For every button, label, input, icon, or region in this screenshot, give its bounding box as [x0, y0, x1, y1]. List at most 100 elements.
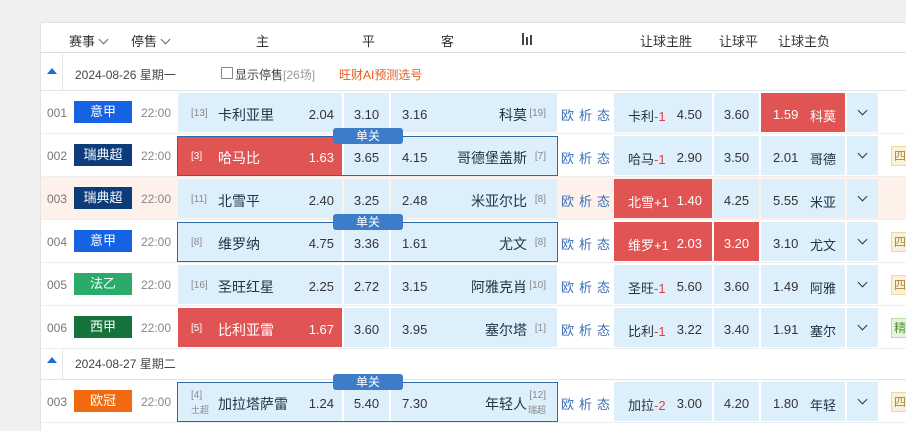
home-win-cell[interactable]: [4] 土超 加拉塔萨雷 1.24	[178, 382, 342, 421]
draw-cell[interactable]: 3.10	[344, 93, 389, 132]
handicap-win-cell[interactable]: 比利-1 3.22	[614, 308, 712, 347]
analysis-links[interactable]: 欧析态	[561, 394, 615, 413]
analysis-links[interactable]: 欧析态	[561, 277, 615, 296]
handicap-lose-cell[interactable]: 1.91 塞尔	[761, 308, 845, 347]
home-win-cell[interactable]: [11] 北雪平 2.40	[178, 179, 342, 218]
expand-cell[interactable]	[847, 222, 878, 261]
home-team: 圣旺红星	[218, 279, 274, 295]
handicap-lose-cell[interactable]: 1.49 阿雅	[761, 265, 845, 304]
ai-predict-link[interactable]: 旺财AI预测选号	[339, 66, 422, 83]
single-bet-badge: 单关	[333, 128, 403, 144]
chevron-down-icon[interactable]	[857, 148, 868, 159]
col-hcp-draw: 让球平	[719, 34, 759, 49]
handicap-draw-odd: 3.60	[723, 279, 750, 294]
handicap-lose-odd: 5.55	[773, 193, 799, 208]
analysis-links[interactable]: 欧析态	[561, 234, 615, 253]
draw-cell[interactable]: 3.60	[344, 308, 389, 347]
handicap-draw-cell[interactable]: 3.20	[714, 222, 759, 261]
col-home: 主	[256, 34, 270, 49]
handicap-draw-cell[interactable]: 3.40	[714, 308, 759, 347]
handicap-draw-cell[interactable]: 3.60	[714, 265, 759, 304]
chevron-down-icon	[98, 34, 109, 45]
collapse-toggle[interactable]	[41, 54, 63, 90]
league-badge[interactable]: 欧冠	[74, 390, 132, 412]
expand-cell[interactable]	[847, 308, 878, 347]
expand-cell[interactable]	[847, 179, 878, 218]
match-number: 003	[47, 395, 68, 409]
home-win-cell[interactable]: [3] 哈马比 1.63	[178, 136, 342, 175]
match-tag: 四	[891, 392, 906, 412]
away-rank: [7]	[534, 151, 546, 162]
handicap-lose-cell[interactable]: 1.80 年轻	[761, 382, 845, 421]
handicap-lose-team: 米亚	[809, 195, 836, 210]
bar-chart-icon[interactable]	[522, 32, 535, 45]
match-table: 赛事 停售 主 平 客 让球主胜 让球平 让球主负 2024-08-26 星期一…	[40, 22, 906, 431]
league-badge[interactable]: 意甲	[74, 230, 132, 252]
handicap-win-cell[interactable]: 加拉-2 3.00	[614, 382, 712, 421]
handicap-draw-cell[interactable]: 4.20	[714, 382, 759, 421]
chevron-down-icon[interactable]	[857, 277, 868, 288]
match-row: 002 瑞典超 22:00 [3] 哈马比 1.63 3.65 4.15 哥德堡盖斯 [7] 欧析态…	[41, 134, 906, 177]
home-win-cell[interactable]: [8] 维罗纳 4.75	[178, 222, 342, 261]
handicap-win-cell[interactable]: 圣旺-1 5.60	[614, 265, 712, 304]
handicap-win-cell[interactable]: 哈马-1 2.90	[614, 136, 712, 175]
home-odd: 4.75	[308, 236, 334, 251]
handicap-lose-cell[interactable]: 2.01 哥德	[761, 136, 845, 175]
away-win-cell[interactable]: 7.30 年轻人 [12] 瑞超	[391, 382, 557, 421]
handicap-lose-cell[interactable]: 5.55 米亚	[761, 179, 845, 218]
analysis-links[interactable]: 欧析态	[561, 191, 615, 210]
draw-odd: 3.36	[353, 236, 380, 251]
chevron-down-icon[interactable]	[857, 320, 868, 331]
handicap-win-cell[interactable]: 北雪+1 1.40	[614, 179, 712, 218]
show-stopped-label[interactable]: 显示停售[26场]	[235, 66, 315, 83]
handicap-win-cell[interactable]: 维罗+1 2.03	[614, 222, 712, 261]
league-badge[interactable]: 瑞典超	[74, 144, 132, 166]
handicap-win-cell[interactable]: 卡利-1 4.50	[614, 93, 712, 132]
analysis-links[interactable]: 欧析态	[561, 320, 615, 339]
away-team: 年轻人	[485, 396, 527, 412]
expand-cell[interactable]	[847, 136, 878, 175]
expand-cell[interactable]	[847, 265, 878, 304]
home-team: 加拉塔萨雷	[218, 396, 288, 412]
expand-cell[interactable]	[847, 93, 878, 132]
stop-filter[interactable]: 停售	[131, 31, 171, 50]
away-win-cell[interactable]: 3.15 阿雅克肖 [10]	[391, 265, 557, 304]
draw-cell[interactable]: 3.25	[344, 179, 389, 218]
analysis-links[interactable]: 欧析态	[561, 148, 615, 167]
home-win-cell[interactable]: [16] 圣旺红星 2.25	[178, 265, 342, 304]
away-win-cell[interactable]: 2.48 米亚尔比 [8]	[391, 179, 557, 218]
draw-cell[interactable]: 2.72	[344, 265, 389, 304]
home-win-cell[interactable]: [13] 卡利亚里 2.04	[178, 93, 342, 132]
handicap-lose-cell[interactable]: 1.59 科莫	[761, 93, 845, 132]
away-win-cell[interactable]: 3.95 塞尔塔 [1]	[391, 308, 557, 347]
chevron-down-icon[interactable]	[857, 105, 868, 116]
handicap-team: 哈马-1	[628, 149, 666, 168]
expand-cell[interactable]	[847, 382, 878, 421]
away-odd: 3.95	[402, 322, 428, 337]
chevron-down-icon[interactable]	[857, 191, 868, 202]
away-win-cell[interactable]: 1.61 尤文 [8]	[391, 222, 557, 261]
chevron-down-icon[interactable]	[857, 394, 868, 405]
league-filter[interactable]: 赛事	[69, 31, 109, 50]
show-stopped-checkbox[interactable]	[221, 67, 233, 79]
home-win-cell[interactable]: [5] 比利亚雷 1.67	[178, 308, 342, 347]
league-badge[interactable]: 西甲	[74, 316, 132, 338]
away-win-cell[interactable]: 3.16 科莫 [19]	[391, 93, 557, 132]
handicap-lose-team: 科莫	[809, 109, 836, 124]
league-badge[interactable]: 瑞典超	[74, 187, 132, 209]
single-bet-badge: 单关	[333, 374, 403, 390]
handicap-draw-cell[interactable]: 4.25	[714, 179, 759, 218]
col-away: 客	[441, 34, 455, 49]
handicap-draw-cell[interactable]: 3.60	[714, 93, 759, 132]
away-win-cell[interactable]: 4.15 哥德堡盖斯 [7]	[391, 136, 557, 175]
handicap-lose-cell[interactable]: 3.10 尤文	[761, 222, 845, 261]
handicap-win-odd: 3.22	[676, 322, 702, 337]
league-badge[interactable]: 法乙	[74, 273, 132, 295]
handicap-lose-odd: 1.80	[773, 396, 799, 411]
chevron-down-icon[interactable]	[857, 234, 868, 245]
league-badge[interactable]: 意甲	[74, 101, 132, 123]
analysis-links[interactable]: 欧析态	[561, 105, 615, 124]
handicap-draw-cell[interactable]: 3.50	[714, 136, 759, 175]
away-team: 科莫	[499, 107, 527, 123]
handicap-team-name: 卡利	[628, 109, 655, 124]
